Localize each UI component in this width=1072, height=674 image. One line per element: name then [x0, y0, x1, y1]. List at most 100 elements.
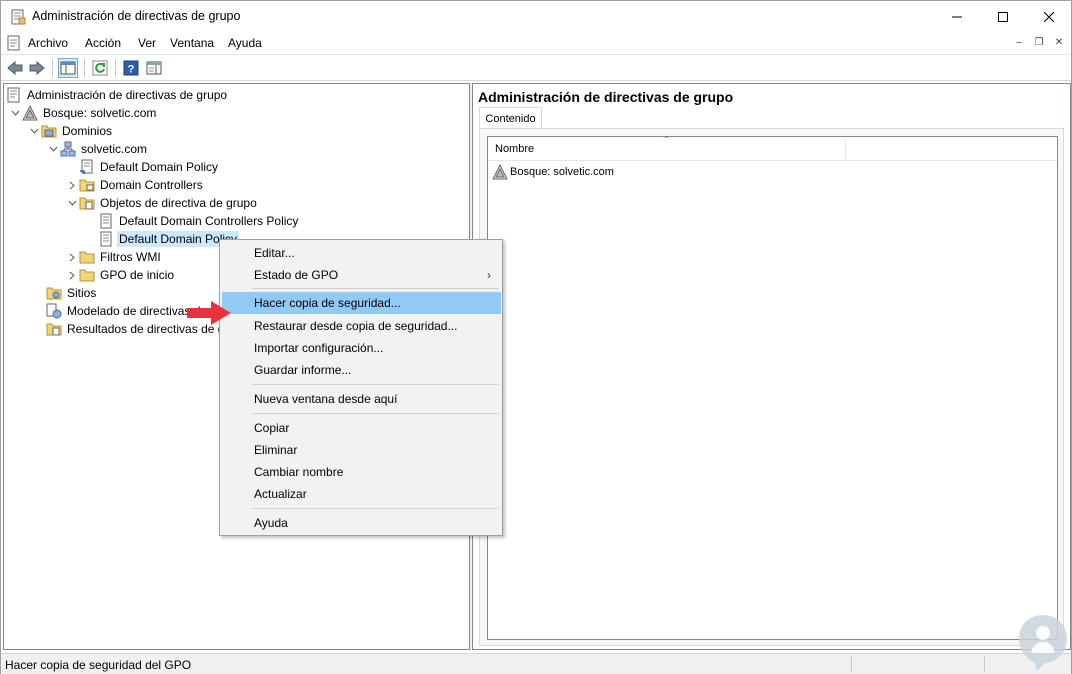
status-text: Hacer copia de seguridad del GPO — [5, 658, 192, 672]
menu-item-nueva-ventana[interactable]: Nueva ventana desde aquí — [222, 388, 501, 410]
tree-item-root[interactable]: Administración de directivas de grupo — [6, 86, 229, 104]
tree-item-default-domain-policy-selected[interactable]: Default Domain Policy — [98, 230, 240, 248]
forest-icon — [492, 164, 508, 180]
folder-icon — [79, 267, 95, 283]
solvetic-logo-icon — [1019, 615, 1067, 671]
tree-label: GPO de inicio — [100, 268, 175, 282]
submenu-arrow-icon: › — [487, 268, 491, 282]
column-header[interactable]: ⌃ Nombre — [488, 135, 1057, 161]
chevron-down-icon[interactable] — [27, 122, 41, 140]
menu-item-eliminar[interactable]: Eliminar — [222, 439, 501, 461]
menu-item-ayuda[interactable]: Ayuda — [222, 512, 501, 534]
tree-item-default-dc-policy[interactable]: Default Domain Controllers Policy — [98, 212, 300, 230]
tree-label: solvetic.com — [81, 142, 148, 156]
menu-item-label: Estado de GPO — [254, 268, 339, 282]
menu-item-restaurar[interactable]: Restaurar desde copia de seguridad... — [222, 315, 501, 337]
tree-label: Bosque: solvetic.com — [43, 106, 157, 120]
menu-bar: Archivo Acción Ver Ventana Ayuda – ❐ ✕ — [1, 32, 1071, 54]
gpo-folder-icon — [79, 195, 95, 211]
title-bar: Administración de directivas de grupo — [1, 1, 1071, 32]
tab-panel: ⌃ Nombre Bosque: solvetic.com — [479, 128, 1064, 646]
menu-ventana[interactable]: Ventana — [170, 36, 214, 50]
tree-item-domain-controllers[interactable]: Domain Controllers — [65, 176, 205, 194]
minimize-button[interactable] — [934, 1, 980, 32]
console-doc-icon[interactable] — [6, 35, 22, 51]
results-icon — [46, 321, 62, 337]
tree-label: Default Domain Controllers Policy — [119, 214, 299, 228]
ou-folder-icon — [79, 177, 95, 193]
tree-item-domains[interactable]: Dominios — [27, 122, 114, 140]
menu-item-copiar[interactable]: Copiar — [222, 417, 501, 439]
modeling-icon — [46, 303, 62, 319]
gpmc-root-icon — [6, 87, 22, 103]
chevron-down-icon[interactable] — [46, 140, 60, 158]
main-window: Administración de directivas de grupo Ar… — [0, 0, 1072, 674]
menu-item-hacer-copia[interactable]: Hacer copia de seguridad... — [222, 292, 501, 314]
svg-text:?: ? — [128, 64, 135, 76]
window-title: Administración de directivas de grupo — [32, 9, 241, 23]
sort-ascending-icon: ⌃ — [663, 135, 670, 144]
tree-label: Default Domain Policy — [100, 160, 219, 174]
menu-item-guardar-informe[interactable]: Guardar informe... — [222, 359, 501, 381]
tree-item-gpo-objects[interactable]: Objetos de directiva de grupo — [65, 194, 259, 212]
menu-item-estado-gpo[interactable]: Estado de GPO › — [222, 264, 501, 286]
mdi-controls: – ❐ ✕ — [1009, 32, 1069, 54]
menu-item-editar[interactable]: Editar... — [222, 242, 501, 264]
forward-button[interactable] — [27, 58, 47, 78]
menu-item-cambiar-nombre[interactable]: Cambiar nombre — [222, 461, 501, 483]
gpmc-app-icon — [10, 9, 26, 25]
chevron-right-icon[interactable] — [65, 176, 79, 194]
gpo-icon — [98, 231, 114, 247]
list-item-label: Bosque: solvetic.com — [510, 166, 614, 178]
tree-label: Domain Controllers — [100, 178, 203, 192]
column-nombre[interactable]: Nombre — [495, 143, 534, 155]
domains-folder-icon — [41, 123, 57, 139]
menu-accion[interactable]: Acción — [85, 36, 121, 50]
tree-label: Sitios — [67, 286, 97, 300]
mdi-minimize-icon[interactable]: – — [1009, 32, 1029, 52]
forest-icon — [22, 105, 38, 121]
details-pane: Administración de directivas de grupo Co… — [472, 83, 1071, 650]
tree-item-wmi-filters[interactable]: Filtros WMI — [65, 248, 163, 266]
mdi-close-icon[interactable]: ✕ — [1049, 32, 1069, 52]
menu-ver[interactable]: Ver — [138, 36, 156, 50]
tree-item-default-domain-policy-link[interactable]: Default Domain Policy — [79, 158, 220, 176]
tree-label: Administración de directivas de grupo — [27, 88, 228, 102]
refresh-button[interactable] — [90, 58, 110, 78]
tree-label: Filtros WMI — [100, 250, 161, 264]
show-action-pane-button[interactable] — [144, 58, 164, 78]
tree-item-starter-gpos[interactable]: GPO de inicio — [65, 266, 176, 284]
menu-archivo[interactable]: Archivo — [28, 36, 68, 50]
details-header: Administración de directivas de grupo — [478, 89, 734, 105]
tree-label: Objetos de directiva de grupo — [100, 196, 257, 210]
list-item[interactable]: Bosque: solvetic.com — [492, 163, 614, 181]
help-button[interactable]: ? — [121, 58, 141, 78]
tree-label: Dominios — [62, 124, 113, 138]
chevron-right-icon[interactable] — [65, 266, 79, 284]
sites-folder-icon — [46, 285, 62, 301]
tree-item-domain[interactable]: solvetic.com — [46, 140, 149, 158]
maximize-button[interactable] — [980, 1, 1026, 32]
tree-item-sites[interactable]: Sitios — [46, 284, 98, 302]
contents-list: ⌃ Nombre Bosque: solvetic.com — [487, 135, 1058, 640]
folder-icon — [79, 249, 95, 265]
menu-item-actualizar[interactable]: Actualizar — [222, 483, 501, 505]
menu-ayuda[interactable]: Ayuda — [228, 36, 262, 50]
tree-item-forest[interactable]: Bosque: solvetic.com — [8, 104, 158, 122]
gpo-icon — [98, 213, 114, 229]
context-menu: Editar... Estado de GPO › Hacer copia de… — [219, 239, 503, 536]
show-console-tree-button[interactable] — [58, 58, 78, 78]
status-bar: Hacer copia de seguridad del GPO — [1, 653, 1071, 674]
chevron-down-icon[interactable] — [8, 104, 22, 122]
domain-icon — [60, 141, 76, 157]
close-button[interactable] — [1026, 1, 1072, 32]
tab-contenido[interactable]: Contenido — [479, 107, 542, 129]
mdi-restore-icon[interactable]: ❐ — [1029, 32, 1049, 52]
toolbar: ? — [1, 54, 1071, 81]
annotation-arrow-icon — [187, 301, 231, 325]
menu-item-importar[interactable]: Importar configuración... — [222, 337, 501, 359]
chevron-right-icon[interactable] — [65, 248, 79, 266]
back-button[interactable] — [5, 58, 25, 78]
gpo-link-icon — [79, 159, 95, 175]
chevron-down-icon[interactable] — [65, 194, 79, 212]
